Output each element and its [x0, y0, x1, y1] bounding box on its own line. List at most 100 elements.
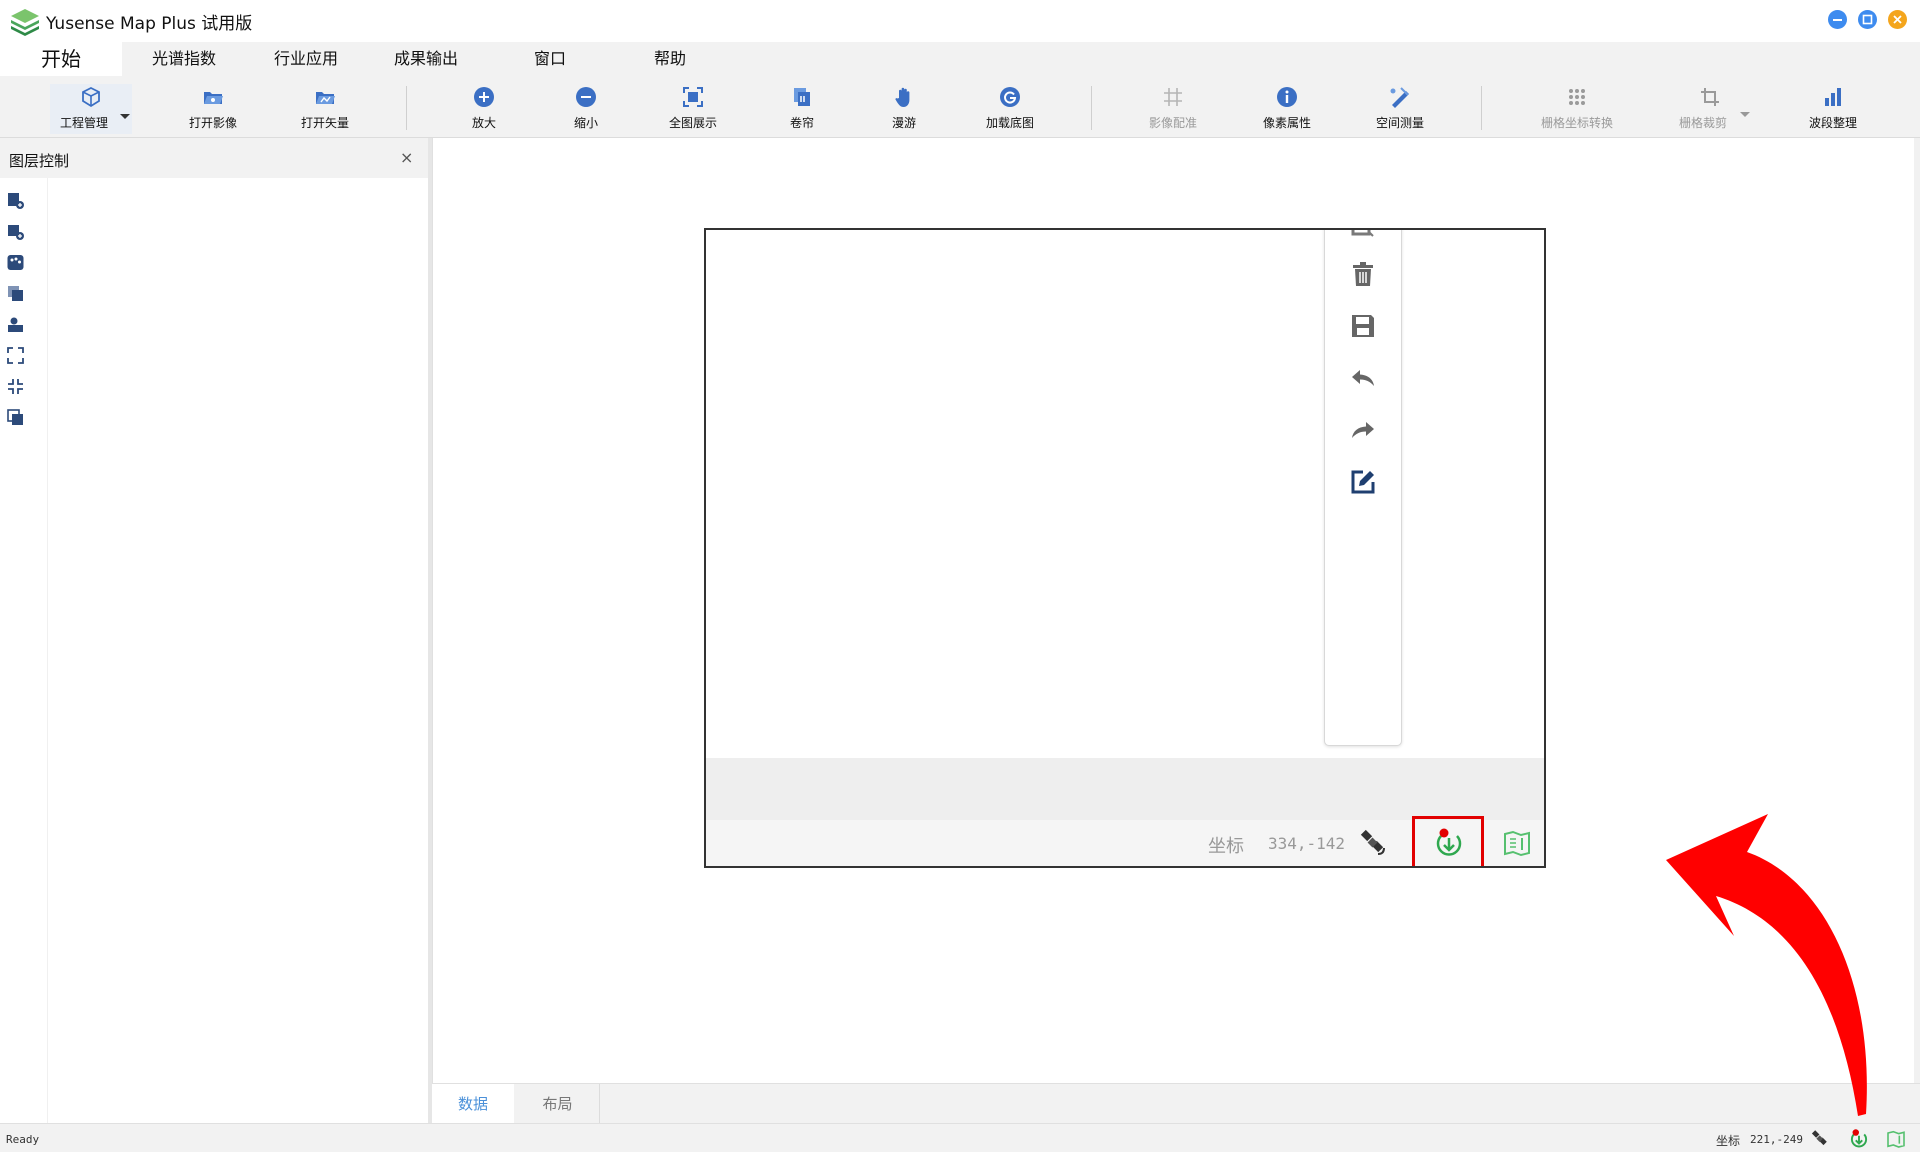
panel-title: 图层控制	[9, 152, 70, 170]
zoomed-screenshot-inset: 坐标 334,-142	[704, 228, 1546, 868]
open-vector-label: 打开矢量	[300, 116, 349, 130]
bar-chart-icon	[1825, 88, 1841, 106]
status-ready: Ready	[6, 1133, 40, 1146]
project-manage-button[interactable]: 工程管理	[50, 84, 132, 134]
open-vector-button[interactable]: 打开矢量	[294, 84, 356, 134]
layer-tools-bar	[0, 178, 48, 1123]
chevron-down-icon[interactable]	[120, 114, 130, 119]
ribbon-divider	[406, 86, 407, 130]
spatial-measure-label: 空间测量	[1375, 116, 1424, 130]
maximize-button[interactable]	[1858, 10, 1877, 29]
swipe-icon	[794, 88, 810, 106]
inset-coord-value: 334,-142	[1268, 834, 1346, 853]
tab-spectral-index[interactable]: 光谱指数	[138, 42, 230, 76]
style-icon[interactable]	[7, 316, 24, 333]
tab-window[interactable]: 窗口	[510, 42, 590, 76]
maximize-icon	[1862, 14, 1873, 25]
folder-image-icon	[204, 92, 223, 104]
georeference-icon	[1164, 88, 1182, 106]
map-book-icon[interactable]	[1886, 1129, 1906, 1149]
zoom-in-button[interactable]: 放大	[458, 84, 510, 134]
tab-data[interactable]: 数据	[432, 1084, 514, 1124]
copy-layer-icon[interactable]	[7, 285, 24, 302]
basemap-icon	[1000, 87, 1020, 107]
map-scrollbar[interactable]	[1914, 138, 1920, 1083]
panel-header: 图层控制 ×	[0, 138, 428, 178]
inset-status-bar: 坐标 334,-142	[706, 816, 1544, 866]
load-basemap-button[interactable]: 加载底图	[976, 84, 1044, 134]
full-extent-button[interactable]: 全图展示	[660, 84, 726, 134]
edit-icon	[1351, 470, 1375, 494]
duplicate-icon[interactable]	[7, 409, 24, 426]
pan-button[interactable]: 漫游	[878, 84, 930, 134]
open-image-label: 打开影像	[188, 116, 237, 130]
ribbon-divider	[1091, 86, 1092, 130]
pixel-property-label: 像素属性	[1262, 116, 1311, 130]
tab-start[interactable]: 开始	[0, 42, 122, 76]
band-organize-label: 波段整理	[1808, 116, 1857, 130]
zoom-out-label: 缩小	[573, 116, 598, 130]
redo-icon	[1352, 422, 1374, 438]
full-extent-label: 全图展示	[668, 116, 717, 130]
open-image-button[interactable]: 打开影像	[182, 84, 244, 134]
app-logo-icon	[11, 9, 39, 36]
band-organize-button[interactable]: 波段整理	[1800, 84, 1866, 134]
record-location-icon[interactable]	[1848, 1128, 1870, 1150]
grid-dots-icon	[1569, 89, 1585, 105]
ribbon-toolbar: 工程管理 打开影像 打开矢量 放大 缩小 全图展示 卷帘 漫游 加载底图 影像配…	[0, 76, 1920, 138]
status-coord-value: 221,-249	[1750, 1133, 1803, 1146]
trash-icon	[1353, 262, 1373, 286]
view-tabs: 数据 布局	[432, 1083, 1920, 1124]
layer-control-panel: 图层控制 ×	[0, 138, 428, 1123]
expand-icon[interactable]	[7, 347, 24, 364]
ribbon-divider	[1481, 86, 1482, 130]
edit-partial-icon	[1351, 230, 1374, 237]
highlight-box	[1412, 816, 1484, 866]
measure-icon	[1390, 87, 1409, 108]
swipe-button[interactable]: 卷帘	[776, 84, 828, 134]
project-manage-label: 工程管理	[59, 116, 108, 130]
close-icon	[1893, 15, 1902, 24]
cube-icon	[82, 86, 100, 108]
pixel-property-button[interactable]: 像素属性	[1254, 84, 1320, 134]
load-basemap-label: 加载底图	[985, 116, 1034, 130]
satellite-icon[interactable]	[1810, 1129, 1830, 1149]
raster-clip-button[interactable]: 栅格裁剪	[1670, 84, 1750, 134]
chevron-down-icon[interactable]	[1740, 112, 1750, 117]
undo-icon	[1352, 370, 1374, 386]
tab-industry[interactable]: 行业应用	[260, 42, 352, 76]
tab-layout[interactable]: 布局	[516, 1084, 600, 1124]
inset-coord-label: 坐标	[1208, 836, 1244, 857]
crop-icon	[1701, 88, 1719, 106]
minimize-icon	[1833, 19, 1842, 21]
zoom-in-icon	[474, 87, 494, 107]
add-vector-icon[interactable]	[7, 223, 24, 240]
minimize-button[interactable]	[1828, 10, 1847, 29]
collapse-icon[interactable]	[7, 378, 24, 395]
palette-icon[interactable]	[7, 254, 24, 271]
folder-vector-icon	[316, 92, 335, 104]
zoom-out-button[interactable]: 缩小	[560, 84, 612, 134]
map-book-icon	[1504, 830, 1530, 857]
raster-clip-label: 栅格裁剪	[1678, 116, 1727, 130]
full-extent-icon	[683, 87, 703, 107]
menu-bar: 开始 光谱指数 行业应用 成果输出 窗口 帮助	[0, 42, 1920, 76]
inset-gray-band	[706, 758, 1544, 820]
window-title: Yusense Map Plus 试用版	[46, 14, 253, 34]
georeference-label: 影像配准	[1148, 116, 1197, 130]
status-bar: Ready 坐标 221,-249	[0, 1123, 1920, 1152]
raster-coord-transform-label: 栅格坐标转换	[1540, 116, 1613, 130]
save-icon	[1352, 315, 1374, 337]
layer-tree[interactable]	[49, 178, 425, 1123]
tab-output[interactable]: 成果输出	[380, 42, 472, 76]
panel-close-icon[interactable]: ×	[400, 148, 413, 167]
raster-coord-transform-button[interactable]: 栅格坐标转换	[1536, 84, 1618, 134]
spatial-measure-button[interactable]: 空间测量	[1366, 84, 1434, 134]
close-button[interactable]	[1888, 10, 1907, 29]
swipe-label: 卷帘	[789, 116, 814, 130]
add-layer-icon[interactable]	[7, 192, 24, 209]
hand-icon	[895, 87, 910, 107]
pan-label: 漫游	[891, 116, 916, 130]
georeference-button[interactable]: 影像配准	[1140, 84, 1206, 134]
tab-help[interactable]: 帮助	[630, 42, 710, 76]
